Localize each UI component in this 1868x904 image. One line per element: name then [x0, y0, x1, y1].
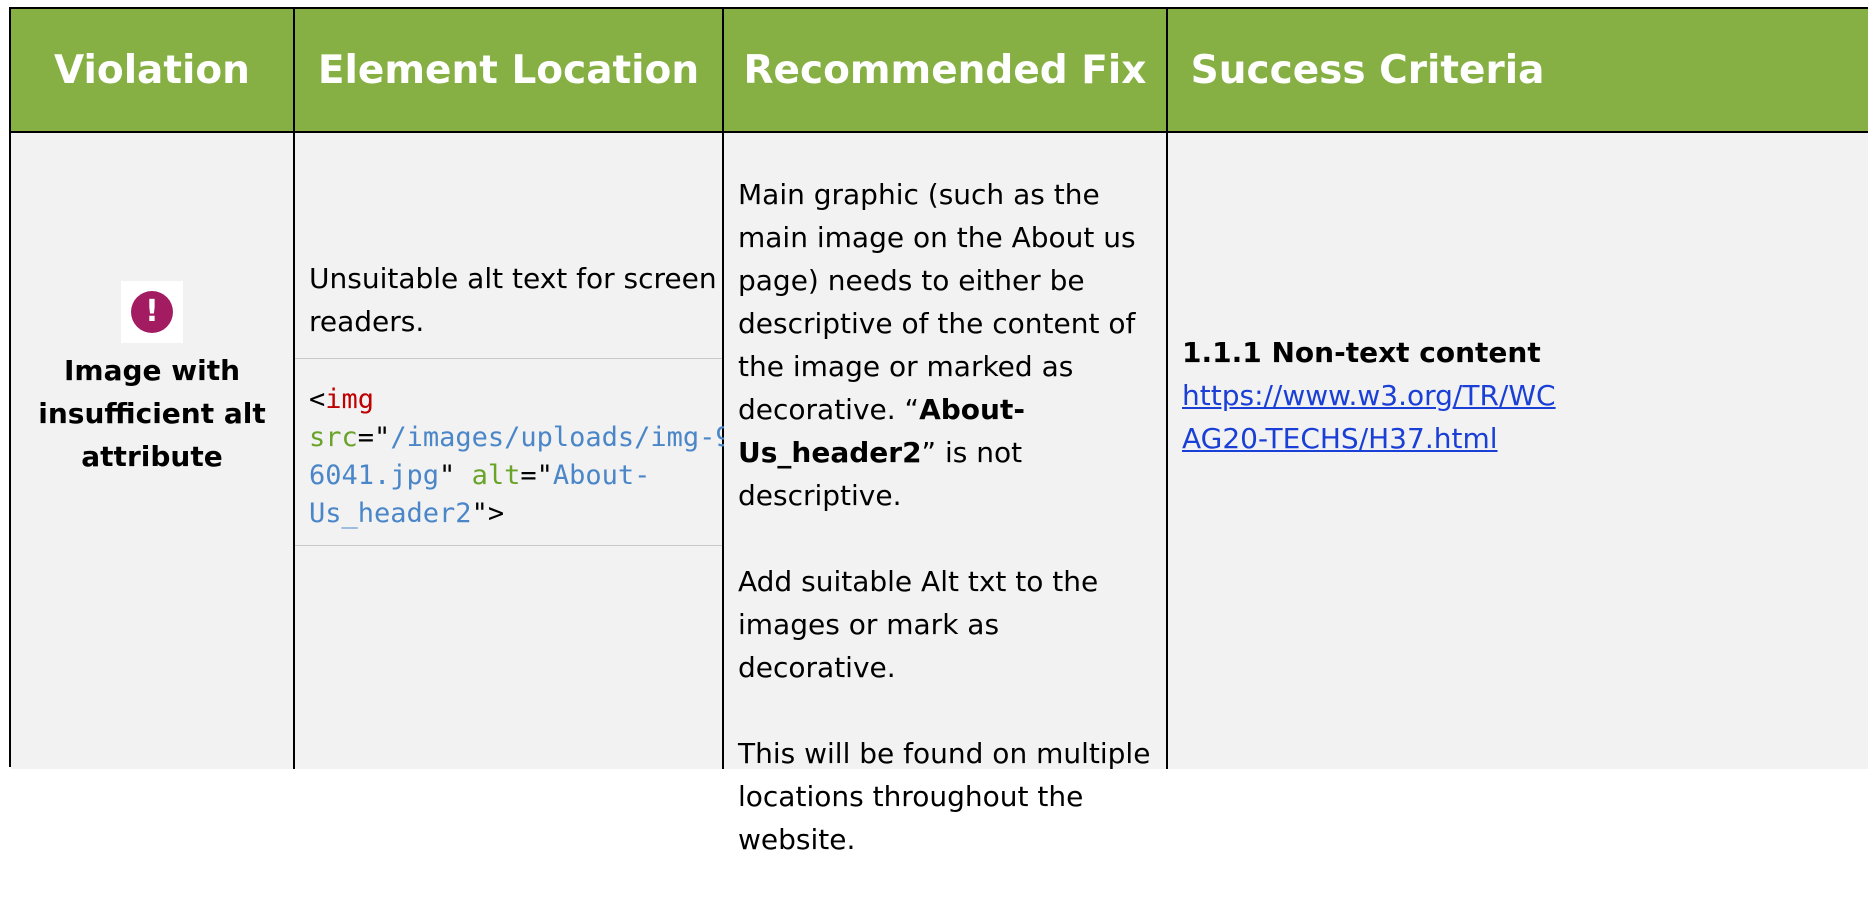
fix-paragraph-2: Add suitable Alt txt to the images or ma… — [738, 565, 1099, 684]
header-element-location: Element Location — [295, 9, 724, 133]
element-location-cell: Unsuitable alt text for screen readers. … — [295, 133, 748, 769]
criteria-link[interactable]: https://www.w3.org/TR/WCAG20-TECHS/H37.h… — [1182, 379, 1556, 455]
alert-icon: ! — [121, 281, 183, 343]
fix-text: Main graphic (such as the main image on … — [738, 173, 1158, 904]
recommended-fix-cell: Main graphic (such as the main image on … — [724, 133, 1168, 856]
fix-paragraph-1: Main graphic (such as the main image on … — [738, 178, 1136, 512]
code-snippet: <img src="/images/uploads/img-9- 6041.jp… — [295, 358, 748, 546]
violation-title: Image with insufficient alt attribute — [38, 354, 266, 473]
criteria-block: 1.1.1 Non-text content https://www.w3.or… — [1182, 331, 1572, 460]
success-criteria-cell: 1.1.1 Non-text content https://www.w3.or… — [1168, 133, 1868, 769]
header-violation: Violation — [11, 9, 295, 133]
header-success-criteria: Success Criteria — [1168, 9, 1868, 133]
fix-paragraph-3: This will be found on multiple locations… — [738, 737, 1151, 856]
violation-cell: ! Image with insufficient alt attribute — [11, 133, 295, 769]
header-recommended-fix: Recommended Fix — [724, 9, 1168, 133]
criteria-title: 1.1.1 Non-text content — [1182, 336, 1541, 369]
location-description: Unsuitable alt text for screen readers. — [309, 262, 717, 338]
accessibility-report-table: Violation Element Location Recommended F… — [9, 7, 1868, 856]
